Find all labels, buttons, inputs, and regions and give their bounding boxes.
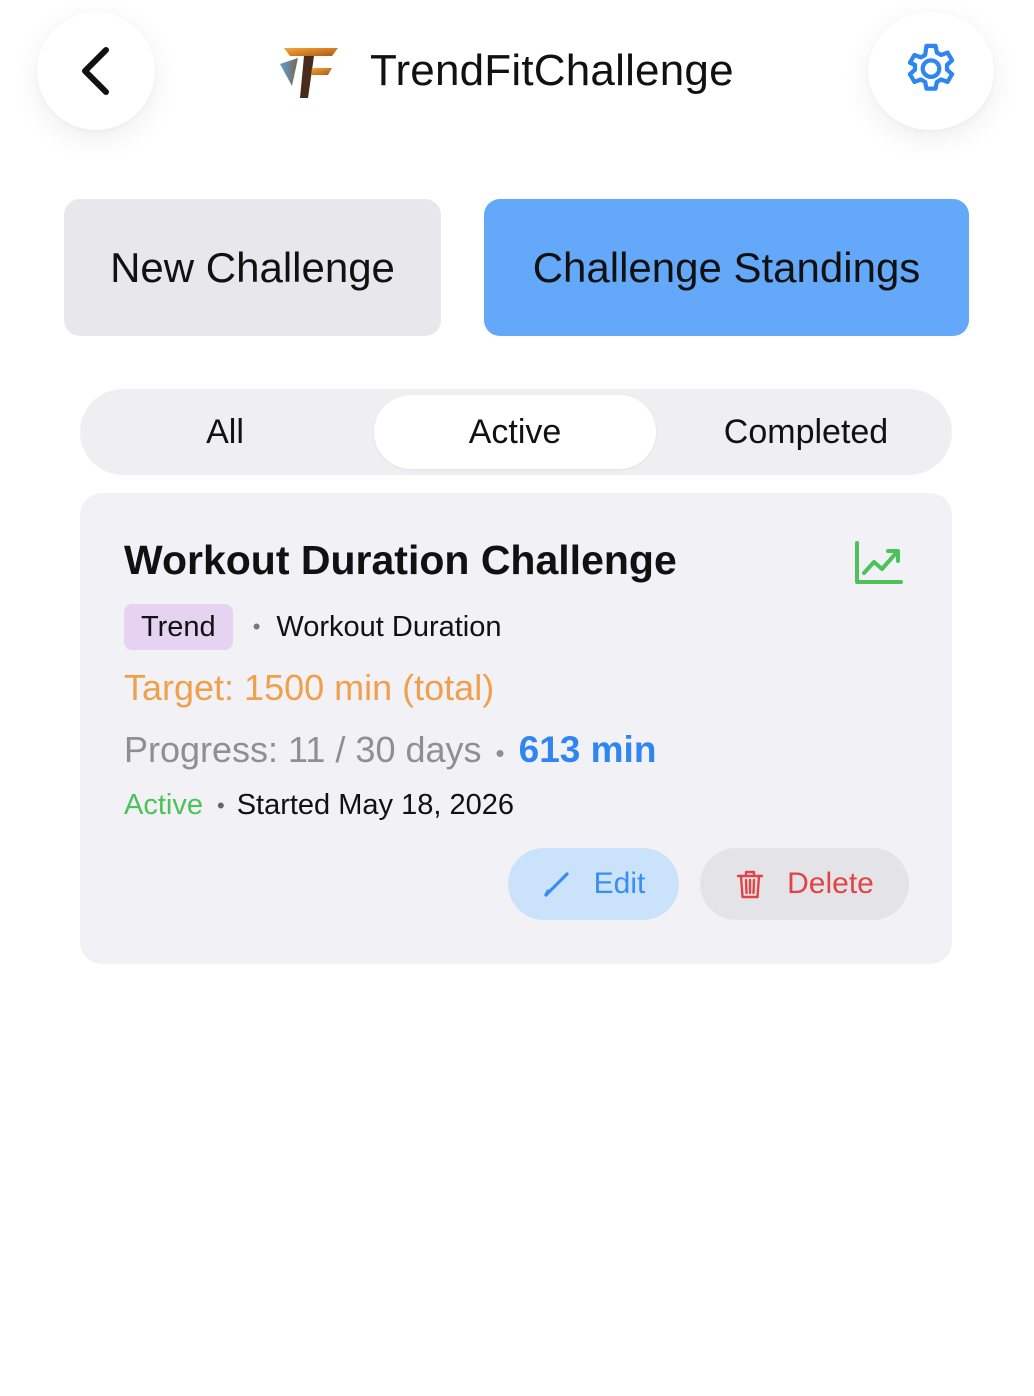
challenge-standings-button[interactable]: Challenge Standings	[484, 199, 969, 336]
challenge-title: Workout Duration Challenge	[124, 537, 677, 583]
app-title: TrendFitChallenge	[370, 46, 734, 95]
trending-up-icon	[855, 541, 903, 584]
edit-button[interactable]: Edit	[508, 848, 679, 920]
status-filter: All Active Completed	[80, 389, 952, 475]
new-challenge-button[interactable]: New Challenge	[64, 199, 441, 336]
header: TrendFitChallenge	[0, 0, 1034, 150]
back-button[interactable]	[37, 12, 155, 130]
settings-button[interactable]	[868, 12, 994, 130]
target-text: Target: 1500 min (total)	[124, 667, 495, 708]
tab-all[interactable]: All	[80, 395, 370, 469]
app-logo-icon	[280, 48, 338, 98]
type-badge: Trend	[124, 604, 233, 650]
challenges-screen: TrendFitChallenge New Challenge Challeng…	[0, 0, 1034, 1396]
tab-completed[interactable]: Completed	[660, 395, 952, 469]
separator-dot: •	[495, 738, 505, 768]
progress-row: Progress: 11 / 30 days • 613 min	[124, 729, 656, 771]
delete-button[interactable]: Delete	[700, 848, 909, 920]
start-date: Started May 18, 2026	[236, 789, 514, 821]
status-row: Active • Started May 18, 2026	[124, 789, 514, 822]
challenge-meta: Trend • Workout Duration	[124, 604, 502, 650]
brand: TrendFitChallenge	[278, 40, 734, 102]
tab-active[interactable]: Active	[374, 395, 656, 469]
metric-label: Workout Duration	[276, 610, 502, 643]
challenge-card[interactable]: Workout Duration Challenge Trend • Worko…	[80, 493, 952, 964]
chevron-left-icon	[82, 47, 109, 95]
separator-dot: •	[216, 792, 225, 818]
trash-icon	[736, 870, 764, 899]
status-label: Active	[124, 789, 203, 821]
edit-label: Edit	[593, 867, 646, 900]
separator-dot: •	[252, 614, 261, 639]
delete-label: Delete	[787, 867, 874, 900]
gear-icon	[907, 43, 955, 91]
progress-text: Progress: 11 / 30 days	[124, 729, 482, 770]
minutes-total: 613 min	[518, 729, 657, 770]
pencil-icon	[544, 872, 569, 897]
